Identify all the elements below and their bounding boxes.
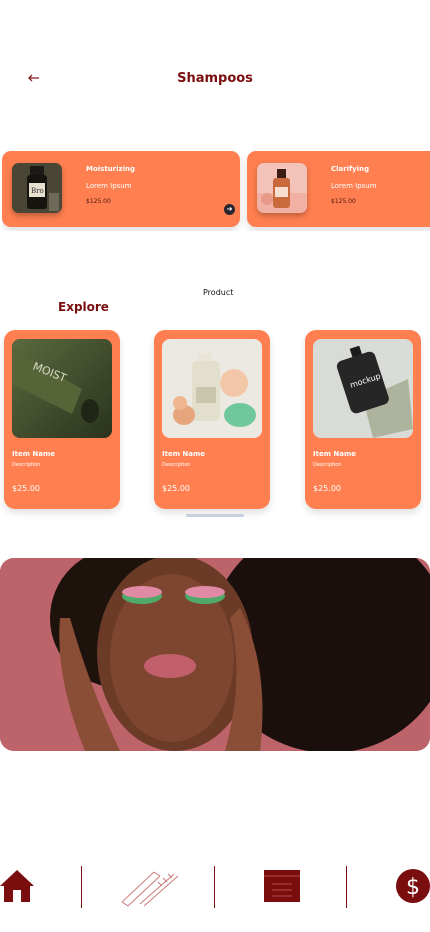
nav-divider [346,866,347,908]
item-price: $25.00 [313,484,341,493]
pencil-icon [121,871,179,907]
nav-payments[interactable]: $ [395,862,430,910]
header: Shampoos [0,0,430,160]
explore-title: Explore [58,300,109,314]
svg-text:Bro: Bro [31,187,44,195]
home-icon [0,870,34,902]
item-name: Item Name [162,450,206,458]
item-name: Item Name [12,450,56,458]
featured-card-clarifying[interactable]: Clarifying Lorem Ipsum $125.00 [247,151,430,227]
featured-card-moisturizing[interactable]: Bro Moisturizing Lorem Ipsum $125.00 ➜ [2,151,240,227]
item-price: $25.00 [12,484,40,493]
product-image: mockup [313,339,413,438]
item-card[interactable]: Item Name Description $25.00 [154,330,270,509]
featured-carousel[interactable]: Bro Moisturizing Lorem Ipsum $125.00 ➜ C… [2,151,430,231]
featured-subtitle: Lorem Ipsum [331,182,377,190]
featured-price: $125.00 [331,198,356,205]
item-name: Item Name [313,450,357,458]
bottom-nav: $ [0,862,430,914]
nav-divider [214,866,215,908]
featured-name: Moisturizing [86,165,135,173]
nav-home[interactable] [0,862,34,910]
featured-name: Clarifying [331,165,370,173]
featured-subtitle: Lorem Ipsum [86,182,132,190]
product-thumbnail [257,163,307,213]
page-title: Shampoos [177,71,253,86]
item-description: Description [313,462,342,468]
item-price: $25.00 [162,484,190,493]
product-thumbnail: Bro [12,163,62,213]
nav-edit[interactable] [118,862,182,910]
calendar-icon [264,870,300,902]
product-image: MOIST [12,339,112,438]
product-image [162,339,262,438]
dollar-symbol: $ [406,875,420,900]
scroll-indicator[interactable] [186,514,244,517]
arrow-right-icon[interactable]: ➜ [224,204,235,215]
item-card[interactable]: MOIST Item Name Description $25.00 [4,330,120,509]
featured-price: $125.00 [86,198,111,205]
nav-calendar[interactable] [262,862,302,910]
item-card[interactable]: mockup Item Name Description $25.00 [305,330,421,509]
nav-divider [81,866,82,908]
dollar-icon: $ [396,869,430,903]
hero-banner-image [0,558,430,751]
item-description: Description [162,462,191,468]
product-label: Product [203,288,234,297]
item-description: Description [12,462,41,468]
